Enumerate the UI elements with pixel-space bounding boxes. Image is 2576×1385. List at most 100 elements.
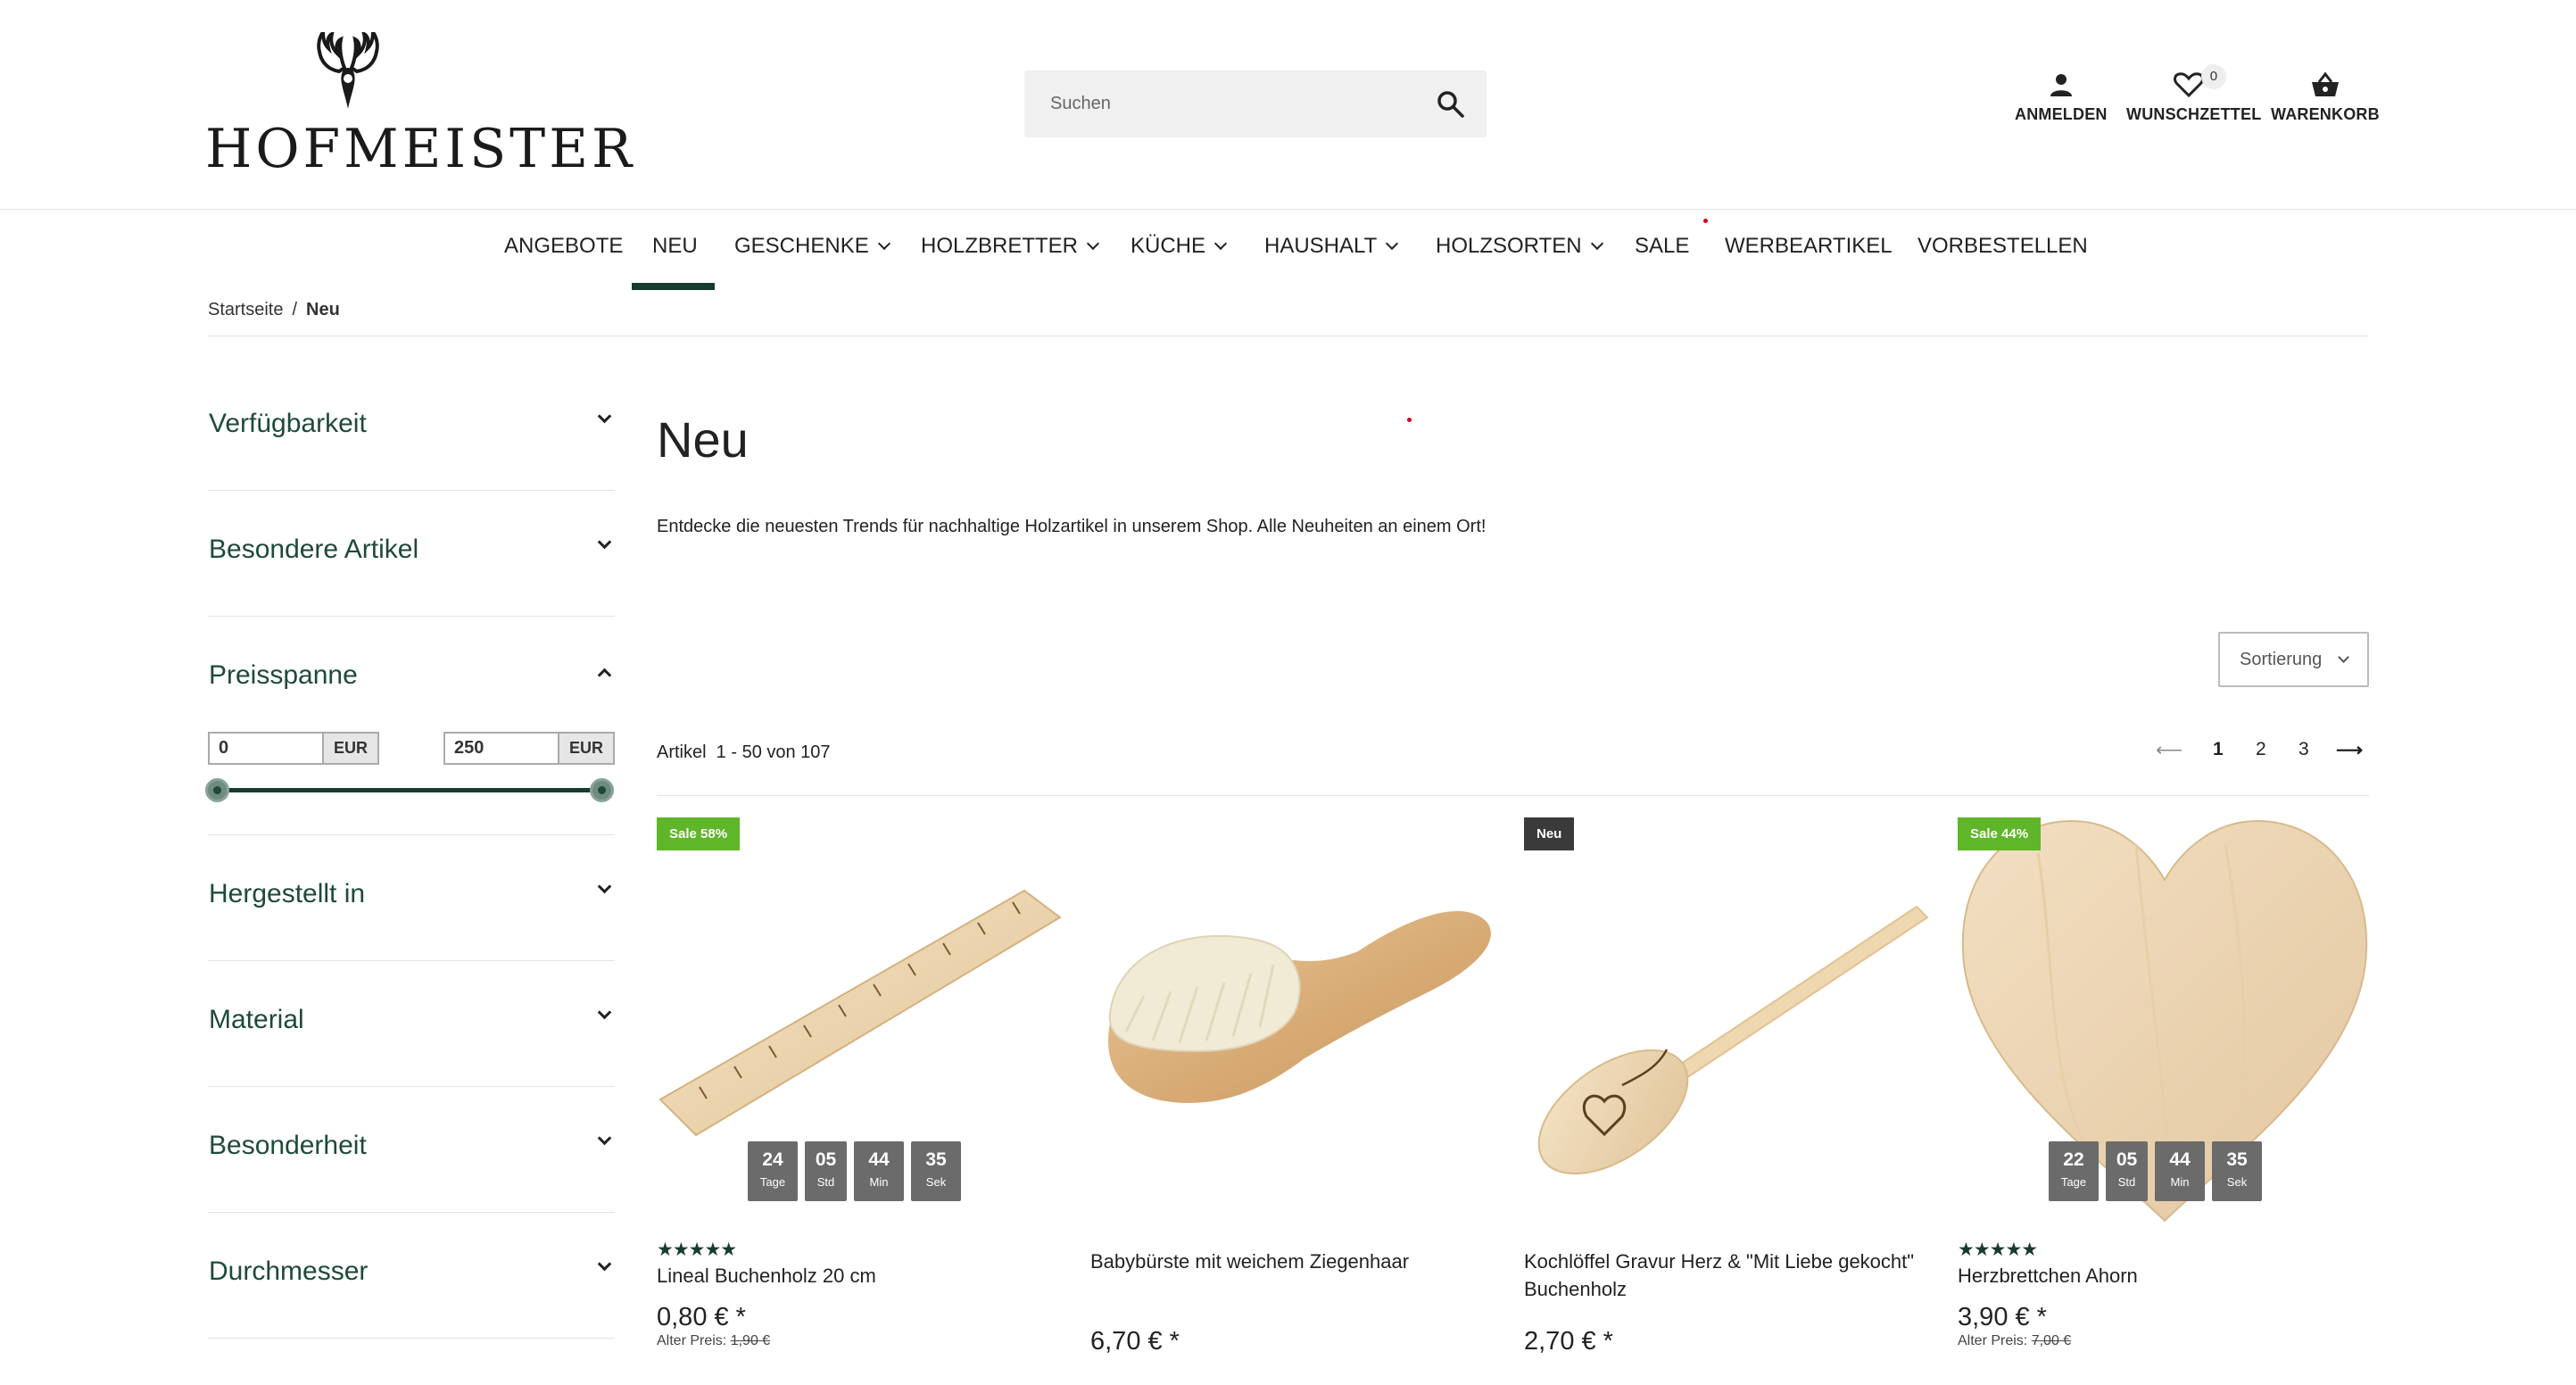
sort-label: Sortierung [2240, 650, 2323, 669]
currency-label: EUR [558, 734, 613, 763]
facet-title: Besondere Artikel [209, 535, 419, 564]
nav-item-geschenke[interactable]: GESCHENKE [734, 234, 890, 259]
article-count: Artikel 1 - 50 von 107 [657, 742, 831, 762]
pager-page-3[interactable]: 3 [2299, 739, 2309, 760]
product-card[interactable]: Babybürste mit weichem Ziegenhaar 6,70 €… [1090, 817, 1510, 1380]
search-input[interactable] [1024, 70, 1417, 137]
facet-besonderheit[interactable]: Besonderheit [208, 1087, 615, 1213]
product-name[interactable]: Lineal Buchenholz 20 cm [657, 1262, 1067, 1290]
breadcrumb-current: Neu [306, 300, 340, 319]
search-icon[interactable] [1435, 88, 1467, 120]
chevron-down-icon [597, 879, 612, 894]
facet-material[interactable]: Material [208, 961, 615, 1087]
nav-item-werbeartikel[interactable]: WERBEARTIKEL [1725, 234, 1893, 259]
facet-hergestellt-in[interactable]: Hergestellt in [208, 835, 615, 961]
product-card[interactable]: Sale 44% 22 Tage 05 Std 44 Min 35 Sek ★★★★★ … [1958, 817, 2377, 1380]
facet-besondere-artikel[interactable]: Besondere Artikel [208, 491, 615, 617]
red-dot [1407, 418, 1412, 422]
product-price: 3,90 € * [1958, 1303, 2047, 1331]
nav-active-indicator [632, 283, 715, 290]
product-price: 0,80 € * [657, 1303, 746, 1331]
search-box [1024, 70, 1487, 137]
chevron-down-icon [1386, 236, 1399, 251]
main-nav: ANGEBOTE NEU GESCHENKE HOLZBRETTER KÜCHE… [0, 209, 2576, 291]
facet-preisspanne[interactable]: Preisspanne [208, 617, 615, 835]
facet-title: Verfügbarkeit [209, 409, 367, 438]
product-name[interactable]: Kochlöffel Gravur Herz & "Mit Liebe geko… [1524, 1248, 1934, 1303]
nav-item-neu[interactable]: NEU [652, 234, 698, 259]
nav-item-haushalt[interactable]: HAUSHALT [1264, 234, 1399, 259]
countdown-minutes: 44 Min [854, 1141, 904, 1201]
product-image[interactable] [1524, 817, 1943, 1237]
product-image[interactable] [1090, 817, 1510, 1237]
red-dot [1703, 219, 1708, 223]
login-button[interactable]: ANMELDEN [2015, 71, 2108, 124]
nav-item-sale[interactable]: SALE [1635, 234, 1689, 259]
product-price: 6,70 € * [1090, 1327, 1180, 1356]
product-name[interactable]: Herzbrettchen Ahorn [1958, 1262, 2368, 1290]
chevron-down-icon [597, 409, 612, 424]
basket-icon [2311, 71, 2339, 96]
price-slider-track[interactable] [218, 788, 603, 792]
pager-page-1[interactable]: 1 [2213, 739, 2224, 760]
countdown-hours: 05 Std [2106, 1141, 2148, 1201]
breadcrumb: Startseite / Neu [208, 300, 340, 320]
price-slider-min-handle[interactable] [205, 778, 229, 802]
user-icon [2050, 74, 2072, 96]
chevron-down-icon [597, 535, 612, 550]
chevron-down-icon [2338, 651, 2349, 663]
nav-item-holzbretter[interactable]: HOLZBRETTER [921, 234, 1100, 259]
chevron-down-icon [597, 1256, 612, 1272]
cart-button[interactable]: WARENKORB [2271, 71, 2380, 124]
rating-stars: ★★★★★ [1958, 1240, 2038, 1260]
new-badge: Neu [1524, 817, 1575, 850]
breadcrumb-home[interactable]: Startseite [208, 300, 283, 319]
pager-prev-icon[interactable]: ⟵ [2156, 739, 2183, 761]
price-max-field: EUR [443, 732, 615, 765]
wishlist-button[interactable]: WUNSCHZETTEL 0 [2126, 64, 2261, 124]
price-min-field: EUR [208, 732, 379, 765]
countdown-hours: 05 Std [805, 1141, 847, 1201]
countdown-minutes: 44 Min [2155, 1141, 2205, 1201]
facet-title: Durchmesser [209, 1256, 369, 1286]
product-card[interactable]: Neu Kochlöffel Gravur Herz & "Mit Liebe … [1524, 817, 1943, 1380]
facet-verfuegbarkeit[interactable]: Verfügbarkeit [208, 365, 615, 491]
old-price: Alter Preis: 7,00 € [1958, 1333, 2072, 1348]
nav-item-angebote[interactable]: ANGEBOTE [504, 234, 623, 259]
price-slider-max-handle[interactable] [590, 778, 614, 802]
chevron-down-icon [1590, 236, 1603, 251]
nav-item-holzsorten[interactable]: HOLZSORTEN [1436, 234, 1603, 259]
currency-label: EUR [322, 734, 377, 763]
logo[interactable]: HOFMEISTER [205, 32, 632, 180]
product-card[interactable]: Sale 58% 24 Tage 05 Std 44 Min 35 Sek ★★★★★ … [657, 817, 1076, 1380]
price-max-input[interactable] [445, 734, 558, 763]
chevron-down-icon [597, 1131, 612, 1146]
nav-item-kueche[interactable]: KÜCHE [1131, 234, 1228, 259]
countdown-seconds: 35 Sek [2212, 1141, 2262, 1201]
facet-title: Hergestellt in [209, 879, 366, 908]
countdown-timer: 22 Tage 05 Std 44 Min 35 Sek [2049, 1141, 2262, 1201]
facet-durchmesser[interactable]: Durchmesser [208, 1213, 615, 1339]
countdown-timer: 24 Tage 05 Std 44 Min 35 Sek [748, 1141, 961, 1201]
pager-next-icon[interactable]: ⟶ [2336, 739, 2363, 761]
chevron-down-icon [1213, 236, 1228, 251]
page-title: Neu [657, 411, 749, 468]
sort-dropdown[interactable]: Sortierung [2218, 632, 2369, 687]
rating-stars: ★★★★★ [657, 1240, 737, 1260]
nav-item-vorbestellen[interactable]: VORBESTELLEN [1918, 234, 2088, 259]
pager-page-2[interactable]: 2 [2256, 739, 2266, 760]
wishlist-count-badge: 0 [2201, 64, 2226, 89]
wishlist-label: WUNSCHZETTEL [2126, 105, 2262, 123]
facet-title: Material [209, 1005, 304, 1034]
product-name[interactable]: Babybürste mit weichem Ziegenhaar [1090, 1248, 1501, 1275]
chevron-down-icon [877, 236, 890, 251]
login-label: ANMELDEN [2015, 105, 2108, 123]
price-min-input[interactable] [210, 734, 322, 763]
facet-title: Preisspanne [209, 660, 358, 690]
chevron-down-icon [597, 1005, 612, 1020]
breadcrumb-separator: / [292, 300, 298, 319]
product-price: 2,70 € * [1524, 1327, 1613, 1356]
brand-name: HOFMEISTER [205, 118, 636, 180]
chevron-up-icon [597, 668, 612, 683]
countdown-days: 22 Tage [2049, 1141, 2099, 1201]
